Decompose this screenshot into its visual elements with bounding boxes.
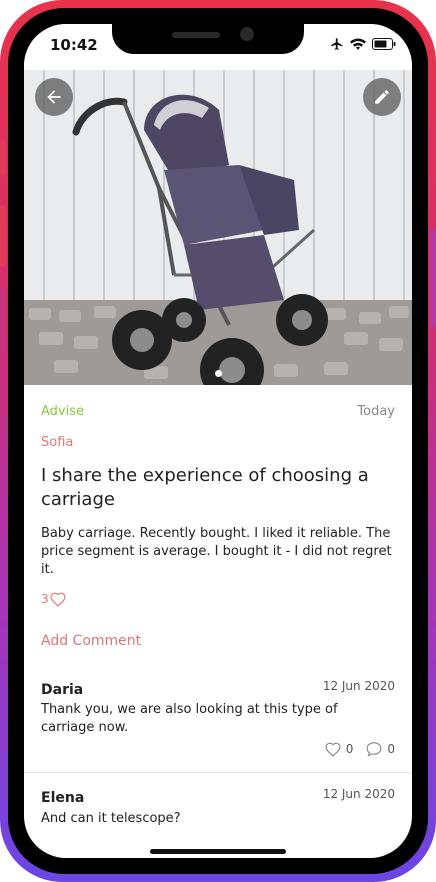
airplane-icon	[331, 38, 343, 50]
post-meta-row: Advise Today	[41, 385, 395, 419]
comment-author[interactable]: Elena	[41, 790, 84, 806]
comment-text: And can it telescope?	[41, 811, 181, 826]
battery-icon	[372, 38, 396, 50]
side-button	[0, 205, 6, 267]
edit-button[interactable]	[363, 78, 401, 116]
post-title: I share the experience of choosing a car…	[41, 465, 369, 510]
add-comment-button[interactable]: Add Comment	[41, 633, 395, 649]
post-content: Advise Today Sofia I share the experienc…	[41, 385, 395, 649]
side-button	[430, 228, 436, 328]
arrow-left-icon	[47, 90, 61, 104]
status-bar: 10:42	[24, 24, 412, 70]
post-date: Today	[357, 404, 395, 419]
post-photo[interactable]	[24, 70, 412, 385]
screen: 10:42 Advise Today Sofia I share the exp…	[24, 24, 412, 858]
comment-like-button[interactable]: 0	[324, 741, 354, 757]
heart-icon	[325, 742, 341, 757]
post-like-count: 3	[41, 592, 49, 606]
comment-date: 12 Jun 2020	[322, 787, 395, 801]
post-body: Baby carriage. Recently bought. I liked …	[41, 526, 392, 577]
status-time: 10:42	[50, 36, 98, 54]
carousel-dots	[24, 370, 412, 377]
pencil-icon	[375, 90, 389, 104]
home-indicator[interactable]	[150, 849, 286, 854]
comment-reply-button[interactable]: 0	[365, 741, 395, 757]
comment-like-count: 0	[345, 742, 354, 756]
carousel-dot-active[interactable]	[214, 370, 222, 377]
comment-author[interactable]: Daria	[41, 682, 83, 698]
side-button	[0, 288, 6, 350]
comment-divider	[24, 772, 412, 773]
heart-icon	[50, 592, 66, 607]
notch	[112, 24, 304, 54]
comment-reply-count: 0	[387, 742, 395, 756]
speech-bubble-icon	[366, 742, 382, 757]
post-author[interactable]: Sofia	[41, 435, 395, 450]
stroller-image	[24, 70, 412, 385]
comment-date: 12 Jun 2020	[322, 679, 395, 693]
wifi-icon	[350, 38, 366, 50]
comment-item: Elena 12 Jun 2020 And can it telescope?	[24, 784, 412, 844]
post-category[interactable]: Advise	[41, 404, 84, 419]
comment-text: Thank you, we are also looking at this t…	[41, 702, 338, 735]
back-button[interactable]	[35, 78, 73, 116]
post-like-button[interactable]: 3	[41, 591, 395, 607]
comment-actions: 0 0	[324, 741, 395, 757]
speaker	[172, 32, 220, 38]
comment-item: Daria 12 Jun 2020 Thank you, we are also…	[24, 676, 412, 772]
front-camera	[240, 27, 254, 41]
system-icons	[330, 37, 396, 51]
side-button	[0, 140, 6, 176]
